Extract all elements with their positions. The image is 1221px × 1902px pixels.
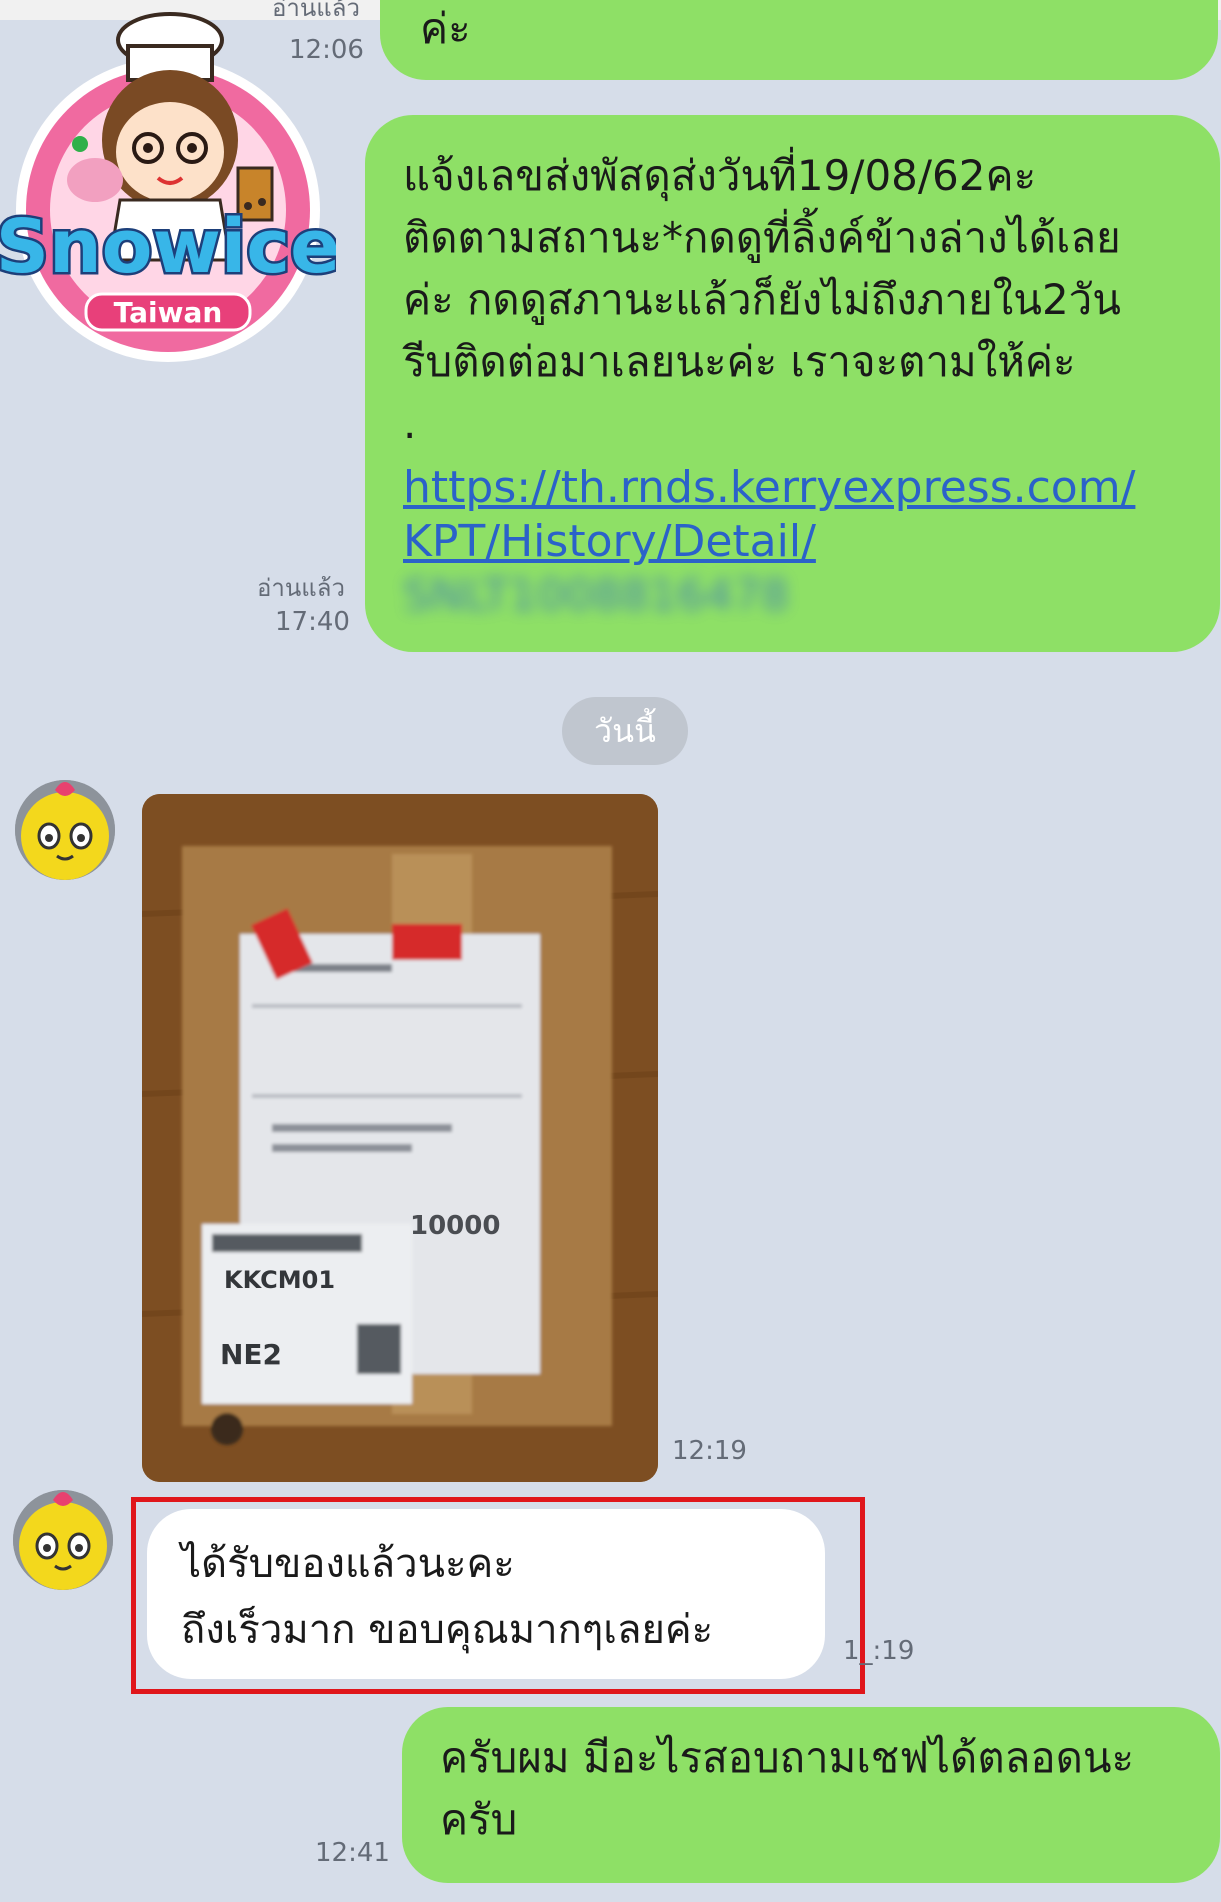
parcel-photo[interactable]: 10000 KKCM01 NE2 — [142, 794, 658, 1482]
read-receipt: อ่านแล้ว — [272, 0, 360, 22]
tracking-link-line: https://th.rnds.kerryexpress.com/ — [403, 462, 1136, 513]
message-time: 12:06 — [289, 35, 364, 65]
highlight-box — [131, 1497, 865, 1694]
tracking-link-line: SNLT1008816478 — [403, 567, 1135, 625]
message-text: ครับผม มีอะไรสอบถามเชฟได้ตลอดนะ ครับ — [440, 1733, 1135, 1844]
parcel-label-weight: 10000 — [410, 1211, 500, 1241]
avatar-icon — [15, 780, 115, 880]
parcel-label-code: KKCM01 — [224, 1266, 335, 1294]
tracking-number-blurred: SNLT1008816478 — [403, 570, 790, 621]
avatar-icon — [13, 1490, 113, 1590]
tracking-link[interactable]: https://th.rnds.kerryexpress.com/ KPT/Hi… — [403, 459, 1135, 625]
outgoing-message-bubble[interactable]: แจ้งเลขส่งพัสดุส่งวันที่19/08/62คะ ติดตา… — [365, 115, 1220, 652]
message-time: 12:19 — [672, 1436, 747, 1466]
logo-sub-text: Taiwan — [114, 296, 223, 329]
message-time: 1_:19 — [843, 1636, 915, 1666]
parcel-image: 10000 KKCM01 NE2 — [142, 794, 658, 1482]
parcel-label-route: NE2 — [220, 1338, 282, 1371]
message-text: ค่ะ — [420, 4, 471, 53]
outgoing-message-bubble[interactable]: ค่ะ — [380, 0, 1218, 80]
customer-avatar[interactable] — [13, 1490, 113, 1590]
date-separator: วันนี้ — [562, 697, 688, 765]
outgoing-message-bubble[interactable]: ครับผม มีอะไรสอบถามเชฟได้ตลอดนะ ครับ — [402, 1707, 1220, 1883]
logo-brand-text: Snowice — [0, 204, 336, 290]
message-time: 12:41 — [315, 1838, 390, 1868]
message-text: แจ้งเลขส่งพัสดุส่งวันที่19/08/62คะ ติดตา… — [403, 151, 1121, 448]
tracking-link-line: KPT/History/Detail/ — [403, 516, 816, 567]
read-receipt: อ่านแล้ว — [257, 574, 345, 602]
message-time: 17:40 — [275, 607, 350, 637]
customer-avatar[interactable] — [15, 780, 115, 880]
snowice-logo: Snowice Taiwan — [0, 12, 336, 362]
